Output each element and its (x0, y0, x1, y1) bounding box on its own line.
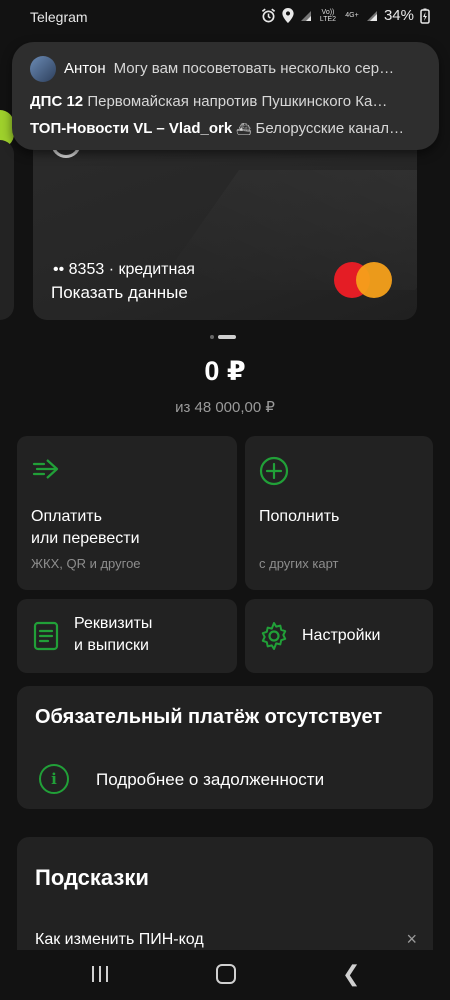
signal-icon (300, 10, 311, 21)
status-icons: Vo)) LTE2 4G+ 34% (261, 7, 430, 24)
settings-title: Настройки (302, 627, 381, 644)
credit-card[interactable]: •• 8353 · кредитная Показать данные (33, 130, 417, 320)
plus-circle-icon (259, 456, 289, 486)
home-icon[interactable] (216, 964, 236, 984)
document-icon (33, 621, 59, 651)
close-icon[interactable]: × (406, 929, 417, 950)
recent-apps-icon[interactable] (90, 966, 110, 982)
credit-limit: из 48 000,00 ₽ (175, 399, 275, 416)
system-nav-bar: ❮ (0, 950, 450, 1000)
requisites-statements-tile[interactable]: Реквизиты и выписки (17, 599, 237, 673)
pay-transfer-tile[interactable]: Оплатить или перевести ЖКХ, QR и другое (17, 436, 237, 590)
balance-amount: 0 ₽ (204, 356, 246, 386)
notification-row-3[interactable]: ТОП-Новости VL – Vlad_ork ⛴ Белорусские ка… (30, 120, 421, 137)
location-icon (282, 8, 294, 23)
notification-channel-title: ТОП-Новости VL – Vlad_ork (30, 120, 233, 137)
show-card-data-link[interactable]: Показать данные (51, 283, 188, 303)
pager-dot (210, 335, 214, 339)
obligatory-payment-title: Обязательный платёж отсутствует (35, 706, 383, 728)
status-bar: Telegram Vo)) LTE2 4G+ 34% (0, 0, 450, 34)
status-app-name: Telegram (30, 9, 88, 25)
gear-icon (261, 622, 287, 650)
top-up-subtitle: с других карт (259, 556, 339, 571)
boat-emoji-icon: ⛴ (236, 122, 252, 136)
network-type: 4G+ (345, 12, 359, 19)
hints-section: Подсказки Как изменить ПИН-код × (17, 837, 433, 950)
top-up-tile[interactable]: Пополнить с других карт (245, 436, 433, 590)
prev-card-peek[interactable] (0, 140, 14, 320)
top-up-title: Пополнить (259, 508, 340, 525)
battery-percent: 34% (383, 7, 414, 24)
pay-subtitle: ЖКХ, QR и другое (31, 556, 141, 571)
back-icon[interactable]: ❮ (342, 962, 360, 987)
hints-title: Подсказки (35, 865, 149, 890)
notification-popup[interactable]: Антон Могу вам посоветовать несколько сер… (12, 42, 439, 150)
obligatory-payment-card: Обязательный платёж отсутствует i Подроб… (17, 686, 433, 809)
notification-sender: Антон (64, 59, 106, 77)
settings-tile[interactable]: Настройки (245, 599, 433, 673)
info-icon: i (39, 764, 69, 794)
alarm-icon (261, 8, 276, 23)
card-number: •• 8353 · кредитная (53, 261, 195, 278)
notification-message: Белорусские канал… (255, 120, 404, 137)
notification-chat-title: ДПС 12 (30, 93, 84, 110)
notification-message: Могу вам посоветовать несколько сер… (113, 59, 395, 77)
hint-item[interactable]: Как изменить ПИН-код (35, 931, 204, 949)
transfer-arrow-icon (32, 459, 59, 479)
sender-avatar (30, 56, 56, 82)
notification-message: Первомайская напротив Пушкинского Ка… (87, 93, 388, 110)
notification-row-1[interactable]: Антон Могу вам посоветовать несколько сер… (30, 56, 421, 82)
pager-active (218, 335, 236, 339)
battery-charging-icon (420, 8, 430, 24)
notification-row-2[interactable]: ДПС 12 Первомайская напротив Пушкинского… (30, 93, 421, 110)
mastercard-logo (334, 261, 392, 299)
signal-icon-2 (366, 10, 377, 21)
pay-title: Оплатить или перевести (31, 508, 140, 547)
debt-details-link[interactable]: Подробнее о задолженности (96, 770, 324, 790)
card-pager (210, 335, 236, 339)
volte-indicator: Vo)) LTE2 (319, 8, 337, 23)
requisites-title: Реквизиты и выписки (74, 615, 153, 654)
